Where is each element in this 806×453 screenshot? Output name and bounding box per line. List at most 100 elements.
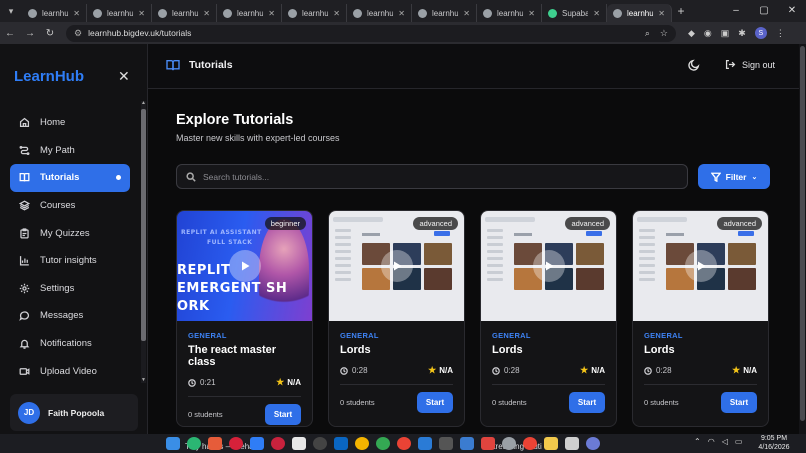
close-tab-icon[interactable]: ✕ <box>73 9 80 18</box>
sidebar-item-my-quizzes[interactable]: My Quizzes <box>10 219 130 247</box>
app-icon[interactable] <box>439 437 453 450</box>
browser-tab[interactable]: learnhub.b ✕ <box>87 4 152 22</box>
sidebar-item-upload-video[interactable]: Upload Video <box>10 357 130 385</box>
scroll-up-icon[interactable]: ▲ <box>141 101 146 106</box>
sidebar-item-tutor-insights[interactable]: Tutor insights <box>10 247 130 275</box>
start-button[interactable]: Start <box>569 392 605 413</box>
browser-tab[interactable]: learnhub.b ✕ <box>152 4 217 22</box>
close-tab-icon[interactable]: ✕ <box>333 9 340 18</box>
back-icon[interactable]: ← <box>0 28 20 39</box>
extensions-puzzle-icon[interactable]: ✱ <box>738 28 746 39</box>
browser-tab[interactable]: learnhub. ✕ <box>347 4 412 22</box>
app-icon[interactable] <box>460 437 474 450</box>
browser-tab[interactable]: learnhub.b ✕ <box>22 4 87 22</box>
settings-icon[interactable] <box>586 437 600 450</box>
wifi-icon[interactable]: ◠ <box>708 437 715 446</box>
close-tab-icon[interactable]: ✕ <box>593 9 600 18</box>
chrome-icon[interactable] <box>355 437 369 450</box>
vscode-icon[interactable] <box>418 437 432 450</box>
sidebar-item-settings[interactable]: Settings <box>10 275 130 303</box>
app-icon[interactable] <box>292 437 306 450</box>
app-icon[interactable] <box>187 437 201 450</box>
sidebar-item-courses[interactable]: Courses <box>10 192 130 220</box>
sidebar-item-notifications[interactable]: Notifications <box>10 330 130 358</box>
tutorial-card[interactable]: advanced GENERAL Lords 0:28 ★ N/A 0 students St… <box>480 210 617 427</box>
play-button[interactable] <box>381 250 413 282</box>
browser-tab[interactable]: learnhub.b ✕ <box>607 4 672 22</box>
search-input[interactable] <box>203 171 673 182</box>
browser-tab[interactable]: Supabase ✕ <box>542 4 607 22</box>
main-scrollbar-thumb[interactable] <box>800 46 805 421</box>
close-tab-icon[interactable]: ✕ <box>138 9 145 18</box>
reload-icon[interactable]: ↻ <box>40 28 60 39</box>
play-button[interactable] <box>533 250 565 282</box>
start-button[interactable]: Start <box>265 404 301 425</box>
maximize-icon[interactable]: ▢ <box>750 0 778 22</box>
browser-tab[interactable]: learnhub.b ✕ <box>282 4 347 22</box>
close-tab-icon[interactable]: ✕ <box>658 9 665 18</box>
browser-tab[interactable]: learnhub.b ✕ <box>217 4 282 22</box>
search-box[interactable] <box>176 164 688 189</box>
close-window-icon[interactable]: ✕ <box>778 0 806 22</box>
play-button[interactable] <box>685 250 717 282</box>
browser-tab[interactable]: learnhub. ✕ <box>412 4 477 22</box>
folder-icon[interactable] <box>544 437 558 450</box>
tutorial-thumbnail[interactable]: REPLIT AI ASSISTANT FULL STACK REPLIT EMERG… <box>177 211 312 321</box>
new-tab-button[interactable]: + <box>672 4 690 18</box>
tray-chevron-icon[interactable]: ⌃ <box>694 437 701 446</box>
user-card[interactable]: JD Faith Popoola <box>10 394 138 431</box>
tutorial-card[interactable]: advanced GENERAL Lords 0:28 ★ N/A 0 students St… <box>632 210 769 427</box>
tutorial-thumbnail[interactable]: advanced <box>481 211 616 321</box>
chrome-icon[interactable] <box>376 437 390 450</box>
tutorial-card[interactable]: advanced GENERAL Lords 0:28 ★ N/A 0 students St… <box>328 210 465 427</box>
app-icon[interactable] <box>397 437 411 450</box>
site-info-icon[interactable]: ⚙ <box>74 28 82 39</box>
app-icon[interactable] <box>250 437 264 450</box>
extension-icon[interactable]: ◉ <box>704 28 712 39</box>
tutorial-thumbnail[interactable]: advanced <box>329 211 464 321</box>
battery-icon[interactable]: ▭ <box>735 437 743 446</box>
app-icon[interactable] <box>481 437 495 450</box>
main-scrollbar[interactable] <box>799 44 806 434</box>
card-title[interactable]: Lords <box>492 344 605 356</box>
start-icon[interactable] <box>166 437 180 450</box>
close-tab-icon[interactable]: ✕ <box>398 9 405 18</box>
sidebar-item-home[interactable]: Home <box>10 109 130 137</box>
app-icon[interactable] <box>313 437 327 450</box>
sign-out-button[interactable]: Sign out <box>725 59 775 70</box>
app-icon[interactable] <box>271 437 285 450</box>
close-tab-icon[interactable]: ✕ <box>203 9 210 18</box>
brand-logo[interactable]: LearnHub <box>14 68 84 85</box>
profile-avatar[interactable]: S <box>754 27 767 39</box>
card-title[interactable]: Lords <box>340 344 453 356</box>
close-tab-icon[interactable]: ✕ <box>268 9 275 18</box>
start-button[interactable]: Start <box>417 392 453 413</box>
sidebar-item-my-path[interactable]: My Path <box>10 137 130 165</box>
taskbar-clock[interactable]: 9:05 PM 4/16/2026 <box>754 434 794 452</box>
scroll-down-icon[interactable]: ▼ <box>141 378 146 383</box>
volume-icon[interactable]: ◁ <box>722 437 728 446</box>
app-icon[interactable] <box>565 437 579 450</box>
linkedin-icon[interactable] <box>334 437 348 450</box>
app-icon[interactable] <box>208 437 222 450</box>
bookmark-star-icon[interactable]: ☆ <box>660 28 668 39</box>
sidebar-scrollbar[interactable]: ▲ ▼ <box>141 101 146 383</box>
card-title[interactable]: The react master class <box>188 344 301 368</box>
close-sidebar-icon[interactable]: ✕ <box>118 68 130 85</box>
card-title[interactable]: Lords <box>644 344 757 356</box>
extension-icon[interactable]: ◆ <box>688 28 695 39</box>
zoom-icon[interactable]: ⌕ <box>645 28 650 39</box>
theme-toggle-button[interactable] <box>688 58 702 72</box>
app-icon[interactable] <box>502 437 516 450</box>
start-button[interactable]: Start <box>721 392 757 413</box>
chrome-icon[interactable] <box>523 437 537 450</box>
extension-icon[interactable]: ▣ <box>721 28 730 39</box>
close-tab-icon[interactable]: ✕ <box>528 9 535 18</box>
address-bar[interactable]: ⚙ learnhub.bigdev.uk/tutorials ⌕ ☆ <box>66 24 676 42</box>
play-button[interactable] <box>229 250 261 282</box>
sidebar-item-tutorials[interactable]: Tutorials <box>10 164 130 192</box>
browser-menu-icon[interactable]: ⋮ <box>776 28 785 39</box>
sidebar-item-messages[interactable]: Messages <box>10 302 130 330</box>
filter-button[interactable]: Filter ⌄ <box>698 164 770 189</box>
tab-search-icon[interactable]: ▾ <box>0 0 22 22</box>
